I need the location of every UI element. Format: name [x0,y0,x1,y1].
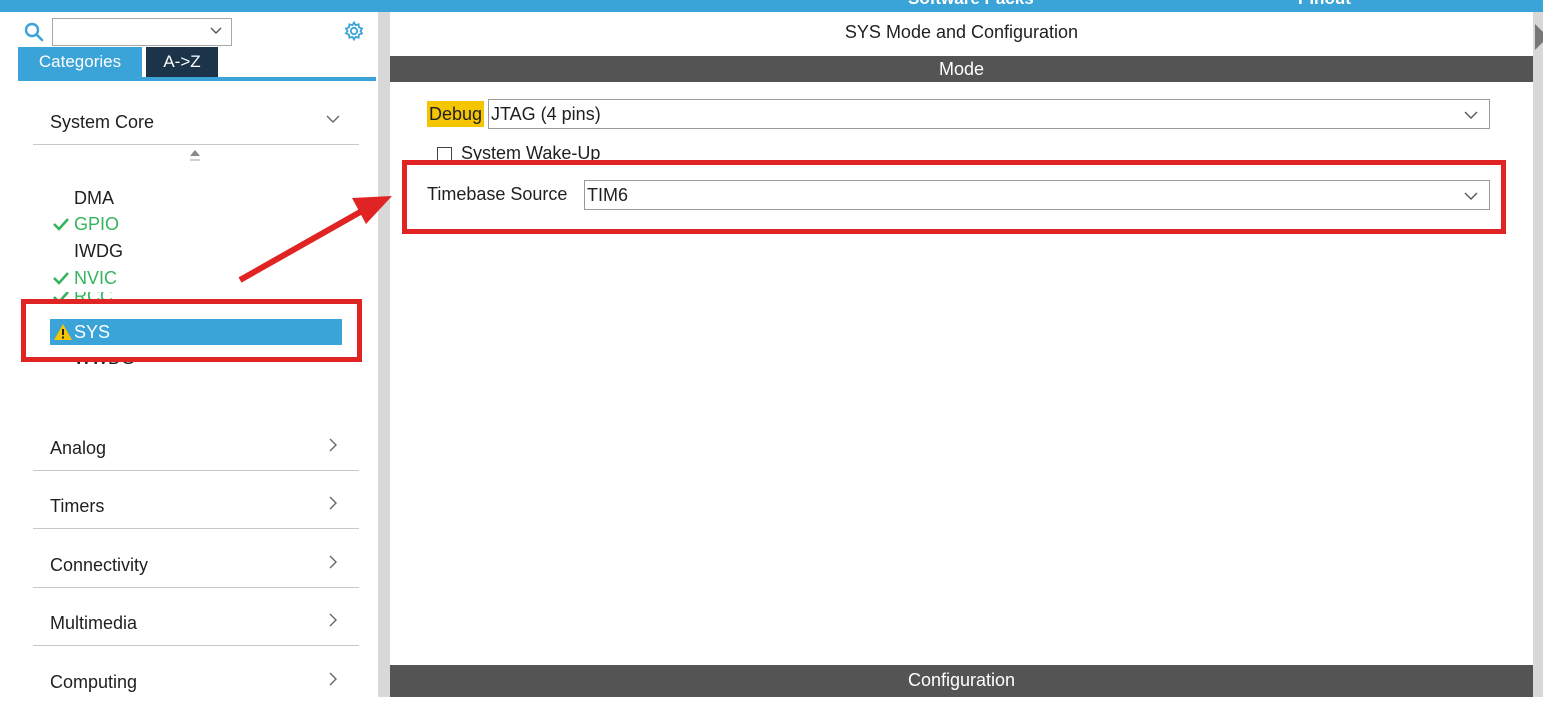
category-system-core[interactable]: System Core [33,98,359,145]
gear-icon[interactable] [343,20,365,42]
category-label: System Core [50,112,155,132]
category-label: Connectivity [50,555,149,575]
check-icon [53,218,69,231]
debug-label: Debug [427,101,485,127]
highlight-box-sys [21,299,362,362]
chevron-down-icon [210,27,222,34]
sort-icon[interactable] [188,148,202,166]
collapse-icon[interactable] [1533,22,1543,52]
list-item-gpio[interactable]: GPIO [50,211,342,237]
check-icon [53,272,69,285]
right-scroll-edge[interactable] [1533,12,1543,697]
category-computing[interactable]: Computing [33,658,359,704]
chevron-right-icon [329,613,337,627]
panel-splitter[interactable] [378,12,390,697]
chevron-right-icon [329,672,337,686]
debug-select-value: JTAG (4 pins) [491,104,601,124]
tab-underline [18,77,376,81]
chevron-right-icon [329,555,337,569]
list-item-dma[interactable]: DMA [50,185,342,211]
mode-header: Mode [390,56,1533,82]
tab-a-to-z[interactable]: A->Z [146,47,218,77]
category-label: Analog [50,438,107,458]
tab-software-packs[interactable]: Software Packs [908,0,1034,9]
search-icon[interactable] [24,22,44,42]
category-label: Timers [50,496,105,516]
top-bar: Software Packs Pinout [0,0,1543,12]
category-label: Multimedia [50,613,138,633]
category-timers[interactable]: Timers [33,482,359,529]
search-input[interactable] [52,18,232,46]
page-title: SYS Mode and Configuration [844,22,1079,42]
configuration-header: Configuration [390,665,1533,697]
category-multimedia[interactable]: Multimedia [33,599,359,646]
tab-pinout[interactable]: Pinout [1298,0,1351,9]
list-item-iwdg[interactable]: IWDG [50,238,342,264]
category-connectivity[interactable]: Connectivity [33,541,359,588]
category-analog[interactable]: Analog [33,424,359,471]
chevron-right-icon [329,438,337,452]
highlight-box-timebase [402,160,1506,234]
category-label: Computing [50,672,138,692]
chevron-down-icon [326,115,340,123]
debug-select[interactable]: JTAG (4 pins) [488,99,1490,129]
list-item-nvic[interactable]: NVIC [50,265,342,291]
tab-categories[interactable]: Categories [18,47,142,77]
chevron-down-icon [1464,111,1478,119]
chevron-right-icon [329,496,337,510]
